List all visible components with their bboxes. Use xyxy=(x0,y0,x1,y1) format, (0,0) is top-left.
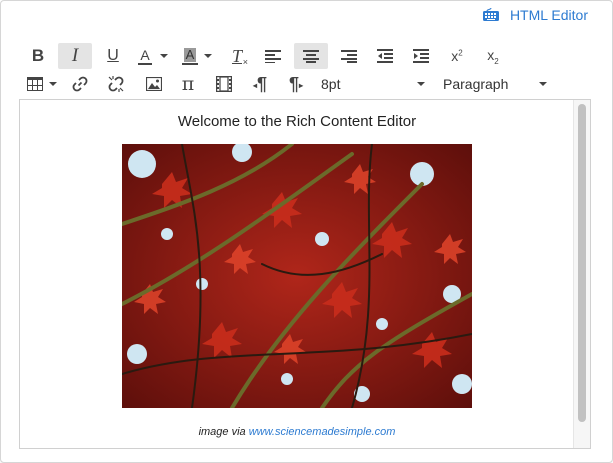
scrollbar[interactable] xyxy=(573,100,590,448)
chevron-down-icon xyxy=(49,82,57,86)
font-size-value: 8pt xyxy=(321,76,341,92)
italic-icon: I xyxy=(71,45,79,66)
bold-button[interactable]: B xyxy=(23,43,53,69)
outdent-icon xyxy=(377,49,393,63)
align-left-icon xyxy=(265,49,281,63)
subscript-button[interactable]: x2 xyxy=(478,43,508,69)
rich-content-editor: HTML Editor B I U A A T × x2 x2 π ◂¶ ¶▸ … xyxy=(0,0,613,463)
underline-icon: U xyxy=(107,47,119,64)
scrollbar-thumb[interactable] xyxy=(578,104,586,422)
remove-link-button[interactable] xyxy=(101,71,131,97)
caption-prefix: image via xyxy=(198,426,246,438)
superscript-icon: x2 xyxy=(451,48,463,64)
align-center-button[interactable] xyxy=(294,43,328,69)
insert-media-button[interactable] xyxy=(209,71,239,97)
insert-image-button[interactable] xyxy=(139,71,169,97)
content-title: Welcome to the Rich Content Editor xyxy=(177,113,417,130)
block-format-value: Paragraph xyxy=(443,76,509,92)
table-button[interactable] xyxy=(23,71,61,97)
background-color-button[interactable]: A xyxy=(178,43,216,69)
align-center-icon xyxy=(303,49,319,63)
html-editor-toggle[interactable]: HTML Editor xyxy=(482,7,588,23)
indent-icon xyxy=(413,49,429,63)
italic-button[interactable]: I xyxy=(58,43,92,69)
chevron-down-icon xyxy=(204,54,212,58)
font-size-select[interactable]: 8pt xyxy=(319,71,429,97)
math-icon: π xyxy=(181,73,195,95)
unlink-icon xyxy=(108,76,124,92)
align-right-icon xyxy=(341,49,357,63)
insert-link-button[interactable] xyxy=(65,71,95,97)
chevron-down-icon xyxy=(539,82,547,86)
chevron-down-icon xyxy=(417,82,425,86)
underline-button[interactable]: U xyxy=(98,43,128,69)
link-icon xyxy=(72,76,88,92)
table-icon xyxy=(27,77,43,91)
caption-link[interactable]: www.sciencemadesimple.com xyxy=(249,426,396,438)
align-left-button[interactable] xyxy=(258,43,288,69)
image-icon xyxy=(146,77,162,91)
text-color-button[interactable]: A xyxy=(134,43,172,69)
align-right-button[interactable] xyxy=(334,43,364,69)
editor-content-area[interactable]: Welcome to the Rich Content Editor image… xyxy=(19,99,591,449)
chevron-down-icon xyxy=(160,54,168,58)
insert-equation-button[interactable]: π xyxy=(173,71,203,97)
film-icon xyxy=(216,76,232,92)
indent-button[interactable] xyxy=(406,43,436,69)
superscript-button[interactable]: x2 xyxy=(442,43,472,69)
keyboard-icon xyxy=(482,8,500,22)
html-editor-label: HTML Editor xyxy=(509,7,588,23)
clear-formatting-icon: T × xyxy=(231,45,248,67)
image-caption: image via www.sciencemadesimple.com xyxy=(20,426,574,438)
rtl-direction-button[interactable]: ¶▸ xyxy=(281,71,311,97)
toolbar-row-insert: π ◂¶ ¶▸ 8pt Paragraph xyxy=(23,71,590,97)
bold-icon: B xyxy=(31,46,45,65)
outdent-button[interactable] xyxy=(370,43,400,69)
subscript-icon: x2 xyxy=(487,46,499,66)
block-format-select[interactable]: Paragraph xyxy=(441,71,551,97)
ltr-icon: ◂¶ xyxy=(252,73,268,94)
toolbar-row-formatting: B I U A A T × x2 x2 xyxy=(23,43,590,69)
text-color-icon: A xyxy=(138,48,152,65)
content-image[interactable] xyxy=(122,144,472,408)
background-color-icon: A xyxy=(182,47,198,65)
clear-formatting-button[interactable]: T × xyxy=(222,43,252,69)
ltr-direction-button[interactable]: ◂¶ xyxy=(245,71,275,97)
rtl-icon: ¶▸ xyxy=(288,73,304,94)
